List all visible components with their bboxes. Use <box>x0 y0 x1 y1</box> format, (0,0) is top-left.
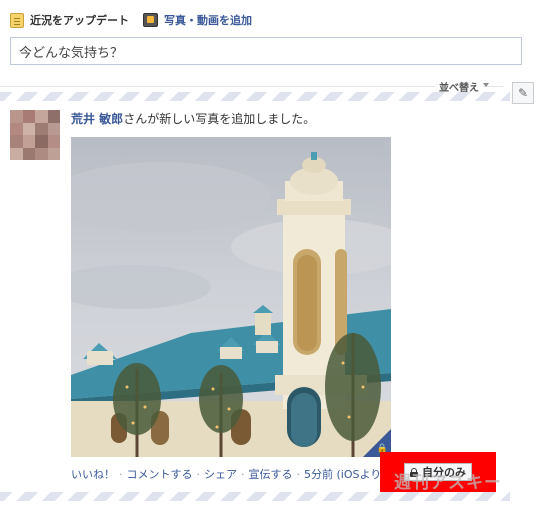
avatar-pixel <box>10 135 23 148</box>
photo-icon <box>143 13 158 27</box>
status-note-icon <box>10 12 24 28</box>
avatar-pixel <box>35 147 48 160</box>
comment-link[interactable]: コメントする <box>127 466 193 482</box>
edit-story-button[interactable]: ✎ <box>512 82 534 104</box>
separator: · <box>241 467 245 481</box>
church-tower-photo <box>71 137 391 457</box>
avatar-pixel <box>35 122 48 135</box>
add-photo-video-tab[interactable]: 写真・動画を追加 <box>143 12 252 28</box>
avatar-pixel <box>47 135 60 148</box>
story-actions: いいね！ · コメントする · シェア · 宣伝する · 5分前 (iOSより) <box>71 466 386 482</box>
avatar-pixel <box>22 122 35 135</box>
update-status-tab[interactable]: 近況をアップデート <box>10 12 129 28</box>
pencil-icon: ✎ <box>517 86 529 100</box>
avatar-pixel <box>22 110 35 123</box>
share-link[interactable]: シェア <box>204 466 237 482</box>
timestamp-link[interactable]: 5分前 (iOSより) <box>304 466 386 482</box>
story-bottom-stripe <box>0 492 510 501</box>
avatar-pixel <box>10 110 23 123</box>
separator: · <box>119 467 123 481</box>
like-link[interactable]: いいね！ <box>71 466 115 482</box>
avatar-pixel <box>10 122 23 135</box>
avatar-pixel <box>10 147 23 160</box>
author-name-link[interactable]: 荒井 敏郎 <box>71 112 123 126</box>
add-photo-video-label: 写真・動画を追加 <box>164 14 252 27</box>
separator: · <box>196 467 201 481</box>
avatar-pixel <box>35 135 48 148</box>
story-action-text: さんが新しい写真を追加しました。 <box>123 112 316 126</box>
avatar-pixel <box>47 110 60 123</box>
separator: · <box>296 467 301 481</box>
avatar-pixel <box>47 147 60 160</box>
status-input[interactable]: 今どんな気持ち？ <box>10 37 522 65</box>
divider <box>0 86 503 87</box>
chevron-down-icon <box>483 83 489 87</box>
composer-tabs: 近況をアップデート 写真・動画を追加 <box>10 10 252 30</box>
story-photo[interactable]: 🔒 <box>71 137 391 457</box>
avatar-pixel <box>35 110 48 123</box>
update-status-label: 近況をアップデート <box>30 14 129 27</box>
story-top-stripe <box>0 92 510 101</box>
story-header: 荒井 敏郎さんが新しい写真を追加しました。 <box>71 110 315 127</box>
avatar[interactable] <box>10 110 60 160</box>
avatar-pixel <box>22 135 35 148</box>
promote-link[interactable]: 宣伝する <box>249 466 293 482</box>
watermark: 週刊アスキー <box>394 473 502 493</box>
avatar-pixel <box>47 122 60 135</box>
avatar-pixel <box>22 147 35 160</box>
